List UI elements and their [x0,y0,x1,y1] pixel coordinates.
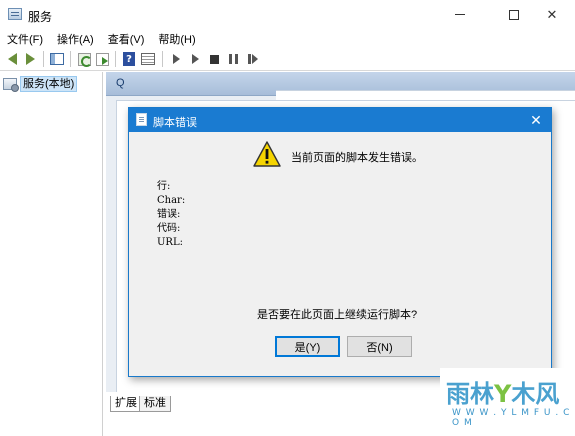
toolbar-separator [115,51,116,67]
show-pane-button[interactable] [49,51,65,67]
watermark-part: 雨林 [446,380,494,408]
start-service-button[interactable] [168,51,184,67]
close-icon: ✕ [530,111,542,128]
export-button[interactable] [94,51,110,67]
field-line-label: 行: [157,181,171,192]
field-error-label: 错误: [157,209,181,220]
warning-icon [253,141,281,167]
toolbar-separator [162,51,163,67]
minimize-icon [455,14,465,15]
tree-item-services-local[interactable]: 服务(本地) [3,76,78,92]
start-icon [172,54,180,64]
properties-icon [141,53,155,65]
tree-item-label: 服务(本地) [20,76,78,92]
restart-icon [248,54,258,64]
watermark-logo: 雨林Y木风 W W W . Y L M F U . C O M [440,368,575,436]
continue-question: 是否要在此页面上继续运行脚本? [257,309,418,321]
pause-icon [228,54,238,64]
watermark-url: W W W . Y L M F U . C O M [452,408,571,428]
error-details: 行: Char: 错误: 代码: URL: [157,180,185,250]
help-icon: ? [123,52,135,66]
menu-help[interactable]: 帮助(H) [151,29,202,47]
window-title: 服务 [28,10,53,24]
field-url-label: URL: [157,237,183,248]
pane-header-icon: Q [116,77,125,89]
close-icon: ✕ [546,6,558,22]
dialog-title: 脚本错误 [153,117,197,129]
tab-extended[interactable]: 扩展 [110,396,142,412]
yes-button[interactable]: 是(Y) [275,336,340,357]
script-error-dialog: 脚本错误 ✕ 当前页面的脚本发生错误。 行: Char: 错误: 代码: URL… [128,107,552,377]
toolbar-separator [70,51,71,67]
stop-service-button[interactable] [206,51,222,67]
error-message: 当前页面的脚本发生错误。 [291,152,423,164]
properties-button[interactable] [140,51,156,67]
forward-button[interactable] [22,51,38,67]
watermark-part: 木风 [511,380,560,408]
start-service-alt-button[interactable] [187,51,203,67]
export-icon [95,52,109,66]
toolbar-separator [43,51,44,67]
menu-action[interactable]: 操作(A) [50,29,101,47]
dialog-close-button[interactable]: ✕ [525,110,547,130]
refresh-button[interactable] [76,51,92,67]
back-button[interactable] [4,51,20,67]
pause-service-button[interactable] [225,51,241,67]
restart-service-button[interactable] [245,51,261,67]
console-tree: 服务(本地) [0,72,103,436]
toolbar: ? [0,47,575,71]
show-pane-icon [50,53,64,65]
services-app-icon [8,8,22,20]
field-code-label: 代码: [157,223,181,234]
document-icon [136,113,147,126]
services-node-icon [3,78,19,92]
menu-view[interactable]: 查看(V) [101,29,152,47]
menu-file[interactable]: 文件(F) [0,29,50,47]
close-button[interactable]: ✕ [529,0,575,29]
window-titlebar[interactable]: 服务 ✕ [0,0,575,29]
watermark-part: Y [494,380,512,408]
stop-icon [209,54,219,64]
watermark-text: 雨林Y木风 [446,374,559,409]
pane-inner-edge [276,90,575,100]
menu-bar: 文件(F) 操作(A) 查看(V) 帮助(H) [0,29,575,47]
back-icon [7,53,17,65]
dialog-titlebar[interactable]: 脚本错误 ✕ [129,108,551,132]
start-alt-icon [191,54,199,64]
help-button[interactable]: ? [121,51,137,67]
maximize-icon [509,9,519,20]
field-char-label: Char: [157,195,186,206]
no-button[interactable]: 否(N) [347,336,412,357]
forward-icon [25,53,35,65]
minimize-button[interactable] [437,0,483,29]
refresh-icon [77,52,92,67]
tab-standard[interactable]: 标准 [139,396,171,412]
